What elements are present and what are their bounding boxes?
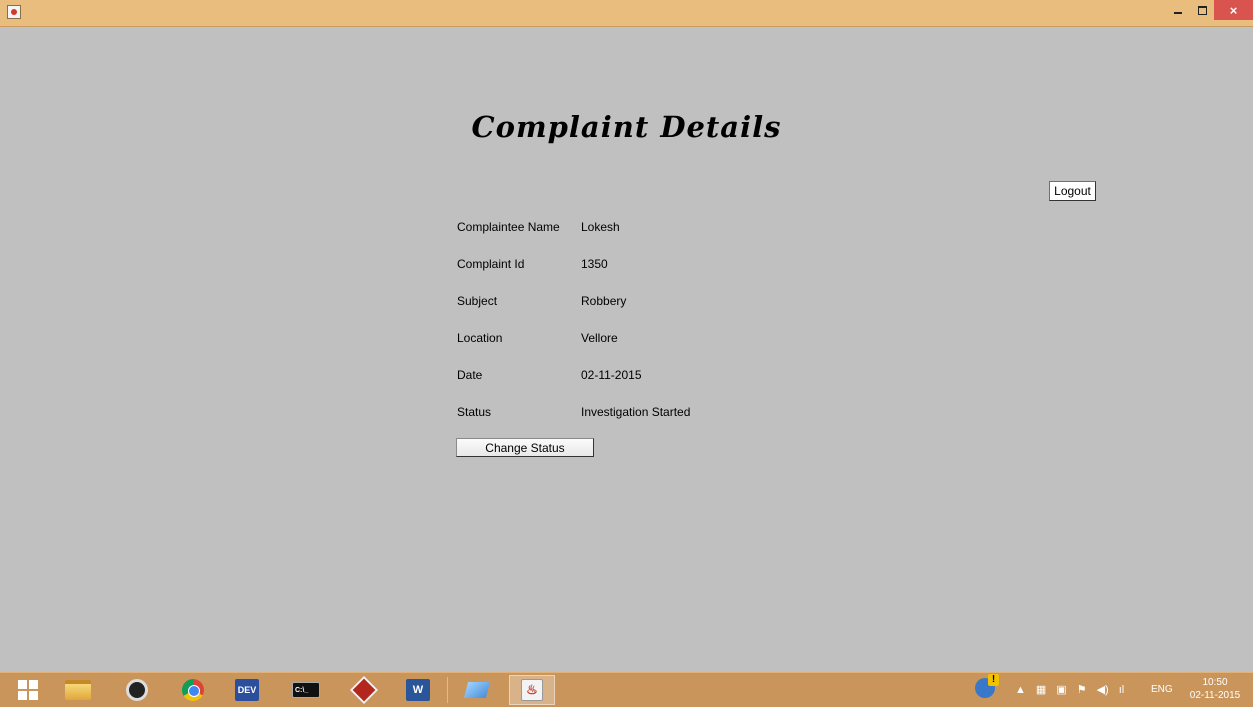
detail-value: 1350 xyxy=(581,257,608,271)
detail-value: Vellore xyxy=(581,331,618,345)
taskbar-file-explorer[interactable] xyxy=(58,675,98,705)
status-value: Investigation Started xyxy=(581,405,691,419)
start-button[interactable] xyxy=(8,675,48,705)
diamond-app-icon xyxy=(349,675,379,705)
detail-value: Lokesh xyxy=(581,220,620,234)
language-indicator[interactable]: ENG xyxy=(1151,684,1173,695)
tablet-icon[interactable]: ▣ xyxy=(1056,683,1066,696)
detail-label: Complaintee Name xyxy=(457,220,560,234)
window-titlebar: × xyxy=(0,0,1253,27)
close-button[interactable]: × xyxy=(1214,0,1253,20)
clock-time: 10:50 xyxy=(1202,677,1228,688)
volume-icon[interactable]: ◀) xyxy=(1097,683,1109,696)
start-icon xyxy=(18,680,38,700)
detail-value: 02-11-2015 xyxy=(581,368,642,382)
taskbar-dev-cpp[interactable]: DEV xyxy=(227,675,267,705)
show-hidden-icons-icon[interactable]: ▲ xyxy=(1015,684,1026,696)
minimize-button[interactable] xyxy=(1166,0,1190,20)
detail-label: Status xyxy=(457,405,492,419)
action-center-warning-icon[interactable] xyxy=(975,674,999,698)
dev-cpp-icon: DEV xyxy=(235,679,259,701)
glass-app-icon xyxy=(463,682,491,698)
taskbar-glass-app[interactable] xyxy=(457,675,497,705)
network-signal-icon[interactable]: ıl xyxy=(1119,684,1125,696)
java-app-icon[interactable] xyxy=(7,5,21,19)
close-icon: × xyxy=(1229,2,1238,18)
taskbar-word[interactable]: W xyxy=(398,675,438,705)
tray-clock[interactable]: 10:50 02-11-2015 xyxy=(1183,676,1247,702)
logout-button[interactable]: Logout xyxy=(1049,181,1096,201)
windows-store-icon[interactable]: ▦ xyxy=(1036,683,1046,696)
taskbar-cmd[interactable]: C:\_ xyxy=(286,675,326,705)
java-icon: ♨ xyxy=(521,679,543,701)
taskbar-separator xyxy=(447,677,448,703)
chrome-icon xyxy=(182,679,204,701)
detail-label: Subject xyxy=(457,294,498,308)
camera-icon xyxy=(126,679,148,701)
detail-label: Date xyxy=(457,368,483,382)
file-explorer-icon xyxy=(65,680,91,700)
detail-label: Complaint Id xyxy=(457,257,525,271)
system-tray-icons: ▲ ▦ ▣ ⚑ ◀) ıl xyxy=(1015,683,1125,697)
change-status-button[interactable]: Change Status xyxy=(456,438,594,457)
taskbar-camera[interactable] xyxy=(117,675,157,705)
cmd-icon: C:\_ xyxy=(292,682,320,698)
page-title: Complaint Details xyxy=(471,110,782,144)
taskbar-diamond-app[interactable] xyxy=(344,675,384,705)
taskbar-chrome[interactable] xyxy=(173,675,213,705)
clock-date: 02-11-2015 xyxy=(1189,690,1241,701)
word-icon: W xyxy=(406,679,430,701)
desktop-screen: × Complaint Details Logout Complaintee N… xyxy=(0,0,1253,707)
detail-label: Location xyxy=(457,331,503,345)
detail-value: Robbery xyxy=(581,294,627,308)
taskbar-java[interactable]: ♨ xyxy=(509,675,555,705)
flag-icon[interactable]: ⚑ xyxy=(1077,683,1087,696)
maximize-button[interactable] xyxy=(1190,0,1214,20)
